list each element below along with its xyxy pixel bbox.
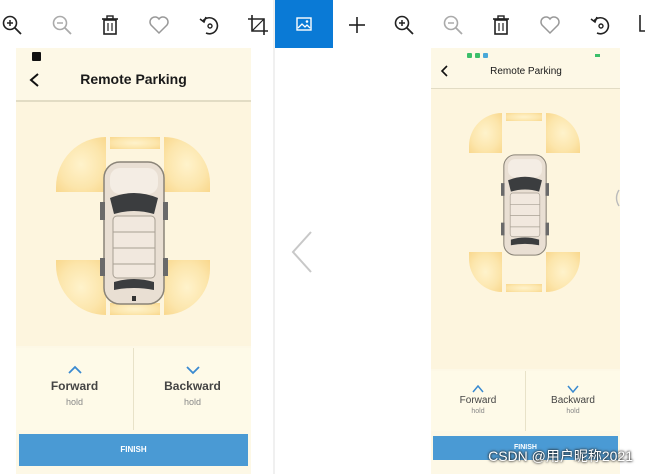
backward-hint: hold (566, 408, 580, 415)
parking-zone-rear-left (56, 260, 106, 315)
rotate-icon[interactable] (588, 13, 612, 37)
lock-icon (32, 52, 41, 61)
favorite-icon[interactable] (147, 13, 171, 37)
crop-icon[interactable] (634, 13, 645, 37)
zoom-out-icon[interactable] (441, 13, 465, 37)
finish-button[interactable]: FINISH (19, 434, 248, 466)
backward-button[interactable]: Backward hold (134, 348, 251, 430)
zoom-in-icon[interactable] (392, 13, 416, 37)
parking-zone-front-center (110, 137, 160, 149)
forward-hint: hold (65, 397, 83, 407)
chevron-down-icon (567, 385, 579, 393)
right-phone-screen: Remote Parking Forward hold Backward hol… (431, 48, 620, 474)
backward-label: Backward (164, 379, 221, 393)
status-dot-icon (467, 53, 472, 58)
pane-divider (273, 0, 275, 474)
delete-icon[interactable] (489, 13, 513, 37)
parking-zone-front-left (469, 113, 502, 153)
backward-button[interactable]: Backward hold (526, 371, 620, 431)
previous-image-icon[interactable] (289, 230, 315, 274)
forward-button[interactable]: Forward hold (16, 348, 133, 430)
parking-zone-front-left (56, 137, 106, 192)
zoom-in-icon[interactable] (0, 13, 24, 37)
add-icon[interactable] (345, 13, 369, 37)
page-title: Remote Parking (80, 71, 187, 87)
delete-icon[interactable] (98, 13, 122, 37)
photo-icon (296, 17, 312, 31)
watermark: CSDN @用户昵称2021 (488, 448, 633, 464)
photo-button[interactable] (275, 0, 333, 48)
forward-button[interactable]: Forward hold (431, 371, 525, 431)
car-top-view-image (100, 161, 168, 305)
forward-label: Forward (50, 379, 99, 393)
car-top-view-image (501, 154, 549, 256)
parking-zone-front-center (506, 113, 542, 121)
favorite-icon[interactable] (538, 13, 562, 37)
left-phone-screen: Remote Parking Forward hold Backward hol… (16, 48, 251, 474)
parking-zone-rear-left (469, 252, 502, 292)
parking-zone-rear-right (546, 252, 580, 292)
status-dot-icon (483, 53, 488, 58)
back-arrow-icon[interactable] (440, 65, 450, 77)
chevron-up-icon (472, 385, 484, 393)
parking-zone-rear-right (164, 260, 210, 315)
parking-zone-rear-center (506, 284, 542, 292)
backward-hint: hold (183, 397, 201, 407)
crop-icon[interactable] (246, 13, 270, 37)
zoom-out-icon[interactable] (50, 13, 74, 37)
backward-label: Backward (551, 395, 595, 406)
side-indicator-icon (615, 189, 620, 207)
battery-icon (595, 54, 600, 57)
parking-zone-area (16, 102, 251, 346)
page-title: Remote Parking (490, 66, 562, 77)
rotate-icon[interactable] (197, 13, 221, 37)
parking-zone-area (431, 89, 620, 369)
status-dot-icon (475, 53, 480, 58)
forward-label: Forward (459, 395, 497, 406)
forward-hint: hold (471, 408, 485, 415)
back-arrow-icon[interactable] (28, 72, 42, 88)
chevron-down-icon (185, 366, 200, 375)
parking-zone-front-right (164, 137, 210, 192)
parking-zone-front-right (546, 113, 580, 153)
chevron-up-icon (67, 365, 82, 374)
